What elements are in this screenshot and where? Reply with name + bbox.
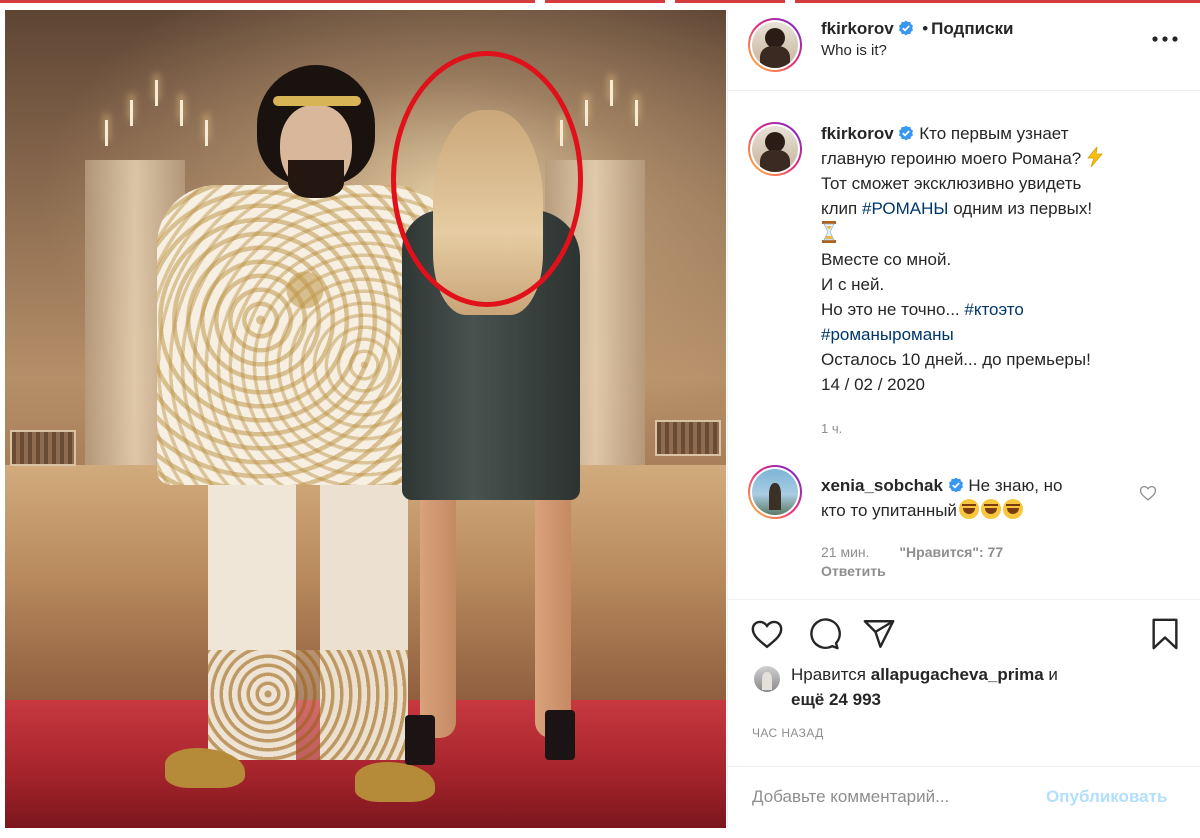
caption-text: Вместе со мной. xyxy=(821,250,952,269)
post-header: fkirkorov • Подписки xyxy=(821,18,1013,40)
lightning-emoji-icon xyxy=(1087,147,1103,167)
caption-text: Но это не точно... xyxy=(821,300,960,319)
comment-like-heart-icon[interactable] xyxy=(1139,484,1157,502)
caption-author-avatar[interactable] xyxy=(748,122,802,176)
comment-input[interactable]: Добавьте комментарий... xyxy=(752,787,949,807)
comment-box-divider xyxy=(728,766,1200,767)
hashtag-link[interactable]: #РОМАНЫ xyxy=(862,199,948,218)
actions-divider xyxy=(728,599,1200,600)
photo-candle xyxy=(610,80,613,106)
verified-badge-icon xyxy=(899,20,914,36)
caption-text: Осталось 10 дней... до премьеры! xyxy=(821,350,1091,369)
woman-shoe xyxy=(405,715,435,765)
header-separator: • xyxy=(922,19,929,38)
share-icon[interactable] xyxy=(862,617,896,651)
man-trousers xyxy=(208,480,408,760)
hashtag-link[interactable]: #ктоэто xyxy=(964,300,1023,319)
commenter-username[interactable]: xenia_sobchak xyxy=(821,476,943,495)
caption-text: одним из первых! xyxy=(953,199,1093,218)
woman-leg xyxy=(420,488,456,738)
comment-text: кто то упитанный xyxy=(821,501,957,520)
caption-text: Кто первым узнает xyxy=(919,124,1069,143)
photo-candle xyxy=(105,120,108,146)
laughing-emoji-icon xyxy=(1002,499,1023,519)
man-beard xyxy=(288,160,344,198)
photo-radiator xyxy=(10,430,76,466)
verified-badge-icon xyxy=(948,477,963,493)
publish-button[interactable]: Опубликовать xyxy=(1046,787,1167,807)
liker-username[interactable]: allapugacheva_prima xyxy=(871,665,1044,684)
caption-author-username[interactable]: fkirkorov xyxy=(821,124,894,143)
verified-badge-icon xyxy=(899,125,914,141)
more-horizontal-icon[interactable] xyxy=(1152,36,1178,42)
hourglass-emoji-icon xyxy=(822,221,836,243)
reply-button[interactable]: Ответить xyxy=(821,563,886,579)
comment-likes[interactable]: "Нравится": 77 xyxy=(899,544,1003,560)
caption-timestamp[interactable]: 1 ч. xyxy=(821,421,842,436)
top-strip-segment xyxy=(545,0,665,3)
comment: xenia_sobchak Не знаю, но кто то упитанн… xyxy=(821,473,1121,523)
woman-leg xyxy=(535,488,571,738)
header-divider xyxy=(728,90,1200,91)
caption-text: И с ней. xyxy=(821,275,885,294)
post-photo[interactable] xyxy=(5,10,726,828)
post-location[interactable]: Who is it? xyxy=(821,42,887,59)
likes-count[interactable]: ещё 24 993 xyxy=(791,690,881,709)
caption-date: 14 / 02 / 2020 xyxy=(821,375,925,394)
woman-shoe xyxy=(545,710,575,760)
photo-candle xyxy=(180,100,183,126)
man-crown xyxy=(273,96,361,106)
post-timestamp[interactable]: ЧАС НАЗАД xyxy=(752,726,824,740)
likes-prefix: Нравится xyxy=(791,665,867,684)
top-strip xyxy=(0,0,1200,4)
top-strip-segment xyxy=(795,0,1200,3)
commenter-avatar[interactable] xyxy=(748,465,802,519)
caption-text: главную героиню моего Романа? xyxy=(821,149,1082,168)
laughing-emoji-icon xyxy=(958,499,979,519)
laughing-emoji-icon xyxy=(980,499,1001,519)
author-avatar[interactable] xyxy=(748,18,802,72)
annotation-circle xyxy=(391,51,583,307)
photo-candle xyxy=(205,120,208,146)
likes-summary[interactable]: Нравится allapugacheva_prima и ещё 24 99… xyxy=(791,662,1171,712)
comment-meta: 21 мин. "Нравится": 77 xyxy=(821,544,1003,560)
likes-joiner: и xyxy=(1048,665,1058,684)
hashtag-link[interactable]: #романыроманы xyxy=(821,325,954,344)
photo-candle xyxy=(585,100,588,126)
post-caption: fkirkorov Кто первым узнает главную геро… xyxy=(821,121,1181,397)
photo-radiator xyxy=(655,420,721,456)
bookmark-icon[interactable] xyxy=(1148,617,1182,651)
photo-candle xyxy=(130,100,133,126)
caption-text: Тот сможет эксклюзивно увидеть xyxy=(821,174,1082,193)
comment-icon[interactable] xyxy=(807,617,841,651)
comment-text: Не знаю, но xyxy=(968,476,1063,495)
top-strip-segment xyxy=(675,0,785,3)
post-sidebar: fkirkorov • Подписки Who is it? fkirkorov… xyxy=(727,10,1200,828)
top-strip-segment xyxy=(0,0,535,3)
photo-candle xyxy=(155,80,158,106)
photo-candle xyxy=(635,100,638,126)
heart-icon[interactable] xyxy=(750,617,784,651)
liker-avatar[interactable] xyxy=(754,666,780,692)
caption-text: клип xyxy=(821,199,858,218)
author-username[interactable]: fkirkorov xyxy=(821,19,894,38)
following-button[interactable]: Подписки xyxy=(931,19,1013,38)
comment-timestamp[interactable]: 21 мин. xyxy=(821,544,870,560)
